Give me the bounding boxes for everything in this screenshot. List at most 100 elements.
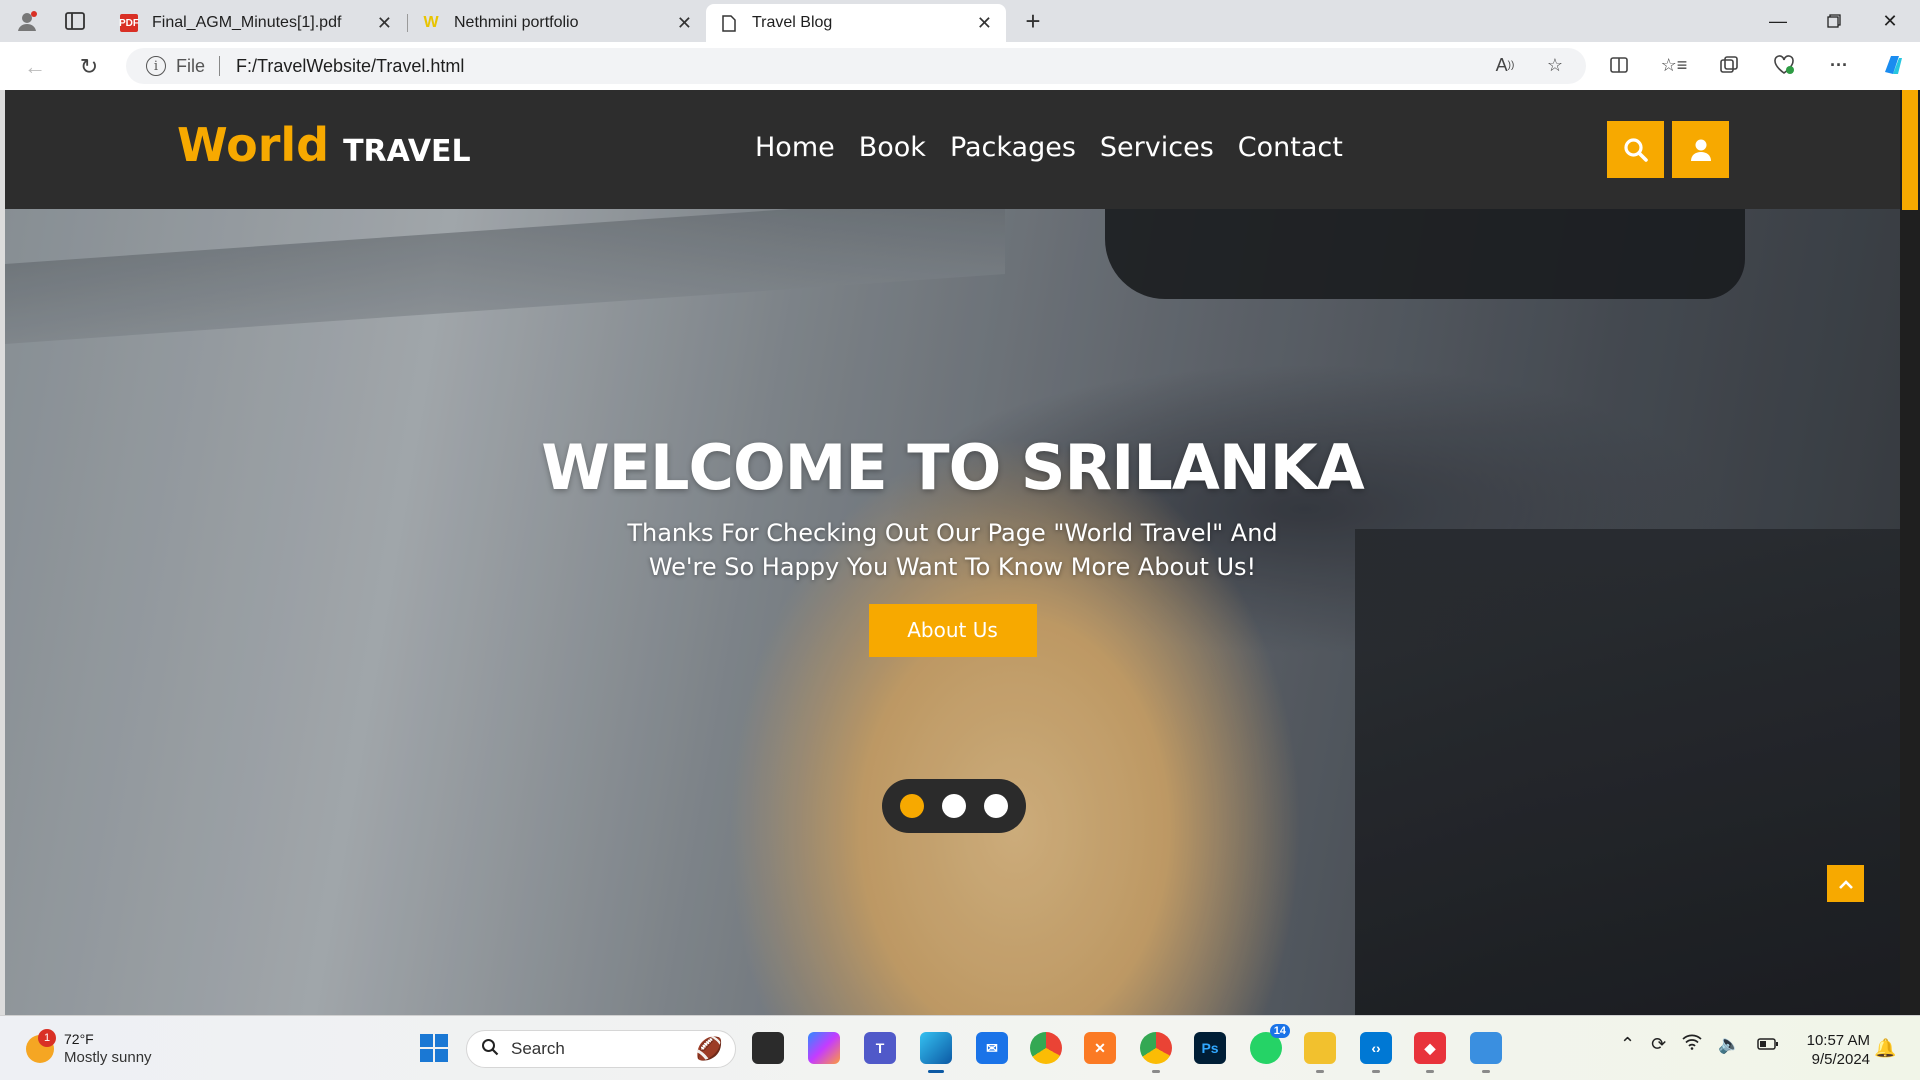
hero-text: Thanks For Checking Out Our Page "World … [5,516,1900,584]
about-us-button[interactable]: About Us [868,604,1037,657]
weather-temp: 72°F [64,1031,94,1047]
read-aloud-icon[interactable]: A)) [1490,50,1520,80]
tab-pdf[interactable]: PDF Final_AGM_Minutes[1].pdf ✕ [106,4,406,42]
xampp-icon[interactable]: ✕ [1084,1032,1116,1064]
tab-title: Final_AGM_Minutes[1].pdf [152,14,342,31]
notification-bell-icon[interactable]: 🔔 [1874,1038,1896,1059]
tab-title: Travel Blog [752,14,833,31]
git-app-icon[interactable]: ◆ [1414,1032,1446,1073]
site-nav: Home Book Packages Services Contact [755,132,1343,163]
nav-contact[interactable]: Contact [1238,132,1343,163]
weather-widget[interactable]: 1 72°F Mostly sunny [26,1029,152,1068]
nav-packages[interactable]: Packages [950,132,1076,163]
logo-world: World [177,118,330,172]
volume-icon[interactable]: 🔈 [1718,1034,1740,1055]
mail-icon[interactable]: ✉ [976,1032,1008,1064]
restore-icon[interactable] [1806,0,1862,42]
chevron-up-icon [1838,879,1853,889]
tab-portfolio[interactable]: W Nethmini portfolio ✕ [408,4,706,42]
copilot-app-icon[interactable] [808,1032,840,1064]
favorite-star-icon[interactable]: ☆ [1540,50,1570,80]
system-tray: ⌃ ⟳ 🔈 [1620,1034,1779,1055]
slider-dot-1[interactable] [900,794,924,818]
nav-book[interactable]: Book [859,132,926,163]
close-window-icon[interactable]: ✕ [1862,0,1918,42]
refresh-icon[interactable]: ↻ [74,52,104,82]
address-separator [219,56,221,76]
split-screen-icon[interactable] [1604,50,1634,80]
chrome-icon[interactable] [1030,1032,1062,1064]
favorites-icon[interactable]: ☆≡ [1659,50,1689,80]
nav-services[interactable]: Services [1100,132,1214,163]
teams-icon[interactable]: T [864,1032,896,1064]
browser-toolbar: ← ↻ i File F:/TravelWebsite/Travel.html … [0,42,1920,90]
close-icon[interactable]: ✕ [377,13,392,34]
search-icon [1623,137,1648,162]
copilot-icon[interactable] [1878,50,1908,80]
browser-tab-strip: PDF Final_AGM_Minutes[1].pdf ✕ W Nethmin… [0,0,1920,42]
tab-travel-blog[interactable]: Travel Blog ✕ [706,4,1006,42]
more-options-icon[interactable]: ··· [1824,50,1854,80]
search-label: Search [511,1039,565,1058]
site-logo[interactable]: World TRAVEL [177,118,471,172]
close-icon[interactable]: ✕ [677,13,692,34]
pdf-icon: PDF [119,14,139,32]
back-icon[interactable]: ← [20,52,50,82]
wifi-icon[interactable] [1682,1034,1702,1055]
scroll-to-top-button[interactable] [1827,865,1864,902]
tab-title: Nethmini portfolio [454,14,579,31]
hero-title: WELCOME TO SRILANKA [541,431,1365,504]
logo-travel: TRAVEL [343,134,471,169]
whatsapp-icon[interactable]: 14 [1250,1024,1290,1064]
task-view-icon[interactable] [752,1032,784,1064]
nav-home[interactable]: Home [755,132,835,163]
hero-banner: WELCOME TO SRILANKA Thanks For Checking … [5,209,1900,1015]
start-button[interactable] [418,1032,450,1064]
weather-condition: Mostly sunny [64,1049,152,1066]
vscode-icon[interactable]: ‹› [1360,1032,1392,1073]
clock[interactable]: 10:57 AM 9/5/2024 [1800,1031,1870,1069]
page-scrollbar[interactable] [1900,90,1920,1015]
windows-icon [420,1034,448,1062]
search-button[interactable] [1607,121,1664,178]
user-icon [1690,139,1711,161]
new-tab-icon[interactable]: + [1020,6,1046,36]
w-logo-icon: W [423,14,439,31]
search-highlight-icon: 🏈 [695,1036,723,1061]
tab-actions-icon[interactable] [62,8,88,34]
chevron-up-icon[interactable]: ⌃ [1620,1034,1635,1055]
weather-badge: 1 [38,1029,56,1047]
whatsapp-badge: 14 [1269,1024,1290,1038]
photoshop-icon[interactable]: Ps [1194,1032,1226,1064]
taskbar-search[interactable]: Search 🏈 [466,1030,736,1068]
sync-icon[interactable]: ⟳ [1651,1034,1666,1055]
edge-icon[interactable] [920,1032,952,1073]
chrome-profile-icon[interactable] [1140,1032,1172,1073]
address-bar[interactable]: i File F:/TravelWebsite/Travel.html [126,48,1586,84]
user-button[interactable] [1672,121,1729,178]
info-icon[interactable]: i [146,56,166,76]
page-icon [720,14,738,32]
hero-content: WELCOME TO SRILANKA Thanks For Checking … [5,431,1900,657]
hero-text-line1: Thanks For Checking Out Our Page "World … [627,519,1278,547]
scrollbar-thumb[interactable] [1902,90,1918,210]
photos-icon[interactable] [1470,1032,1502,1073]
clock-time: 10:57 AM [1806,1032,1870,1049]
scheme-label: File [176,55,206,76]
minimize-icon[interactable]: — [1750,0,1806,42]
browser-essentials-icon[interactable] [1769,50,1799,80]
page-viewport: World TRAVEL Home Book Packages Services… [5,90,1900,1015]
battery-icon[interactable] [1756,1034,1779,1055]
search-icon [481,1038,499,1061]
collections-icon[interactable] [1714,50,1744,80]
slider-dot-3[interactable] [984,794,1008,818]
close-icon[interactable]: ✕ [977,13,992,34]
slider-dot-2[interactable] [942,794,966,818]
file-explorer-icon[interactable] [1304,1032,1336,1073]
taskbar: 1 72°F Mostly sunny Search 🏈 T ✉ ✕ Ps 14… [0,1015,1920,1080]
sun-icon: 1 [26,1029,56,1063]
profile-icon[interactable] [14,8,40,34]
slider-dots [882,779,1026,833]
clock-date: 9/5/2024 [1811,1051,1870,1068]
url-text[interactable]: F:/TravelWebsite/Travel.html [236,56,464,77]
